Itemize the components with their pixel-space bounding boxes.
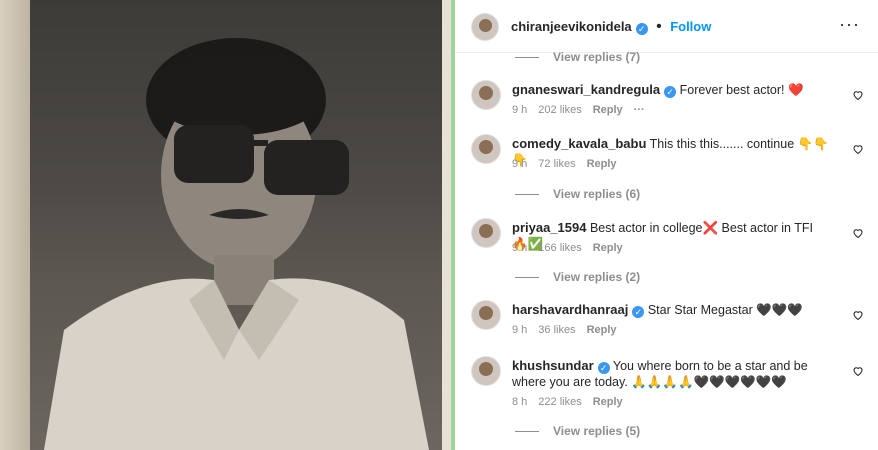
vintage-portrait-image (0, 0, 442, 450)
commenter-username[interactable]: harshavardhanraaj (512, 302, 628, 317)
comment-time: 9 h (512, 158, 528, 170)
commenter-avatar[interactable] (471, 218, 501, 248)
post-header: chiranjeevikonidela ✓ • Follow ··· (455, 0, 878, 53)
comment-meta: 9 h 166 likes Reply (512, 242, 634, 254)
reply-button[interactable]: Reply (593, 242, 623, 254)
comment-likes[interactable]: 72 likes (538, 158, 575, 170)
author-username[interactable]: chiranjeevikonidela (511, 19, 632, 34)
photo-border (0, 0, 30, 450)
comments-panel: chiranjeevikonidela ✓ • Follow ··· View r… (455, 0, 878, 450)
verified-icon: ✓ (632, 306, 645, 318)
commenter-username[interactable]: khushsundar (512, 358, 594, 373)
view-replies-button[interactable]: View replies (7) (515, 50, 640, 64)
view-replies-label: View replies (2) (553, 270, 641, 284)
comment-body: gnaneswari_kandregula ✓ Forever best acto… (512, 82, 832, 98)
comment-text: Star Star Megastar 🖤🖤🖤 (647, 303, 803, 317)
comment-body: harshavardhanraaj ✓ Star Star Megastar 🖤🖤… (512, 302, 832, 318)
verified-icon: ✓ (664, 86, 677, 98)
verified-icon: ✓ (597, 362, 610, 374)
reply-line (515, 431, 539, 433)
post-photo (0, 0, 451, 450)
comment-time: 8 h (512, 396, 528, 408)
view-replies-label: View replies (7) (553, 50, 641, 64)
comment-meta: 9 h 202 likes Reply ··· (512, 104, 656, 116)
view-replies-button[interactable]: View replies (6) (515, 187, 640, 201)
comment-meta: 9 h 36 likes Reply (512, 324, 628, 336)
view-replies-label: View replies (6) (553, 187, 641, 201)
reply-button[interactable]: Reply (587, 324, 617, 336)
follow-button[interactable]: Follow (670, 19, 711, 34)
header-line: chiranjeevikonidela ✓ • Follow (511, 18, 711, 36)
comment-body: khushsundar ✓ You where born to be a star… (512, 358, 832, 390)
reply-button[interactable]: Reply (593, 104, 623, 116)
comment-meta: 9 h 72 likes Reply (512, 158, 628, 170)
comment-likes[interactable]: 36 likes (538, 324, 575, 336)
view-replies-button[interactable]: View replies (2) (515, 270, 640, 284)
commenter-avatar[interactable] (471, 356, 501, 386)
comment-likes[interactable]: 202 likes (538, 104, 581, 116)
reply-line (515, 277, 539, 279)
author-avatar[interactable] (471, 13, 499, 41)
view-replies-button[interactable]: View replies (5) (515, 424, 640, 438)
like-heart-icon[interactable] (852, 89, 864, 101)
comment-text: Forever best actor! ❤️ (679, 83, 804, 97)
comment-meta: 8 h 222 likes Reply (512, 396, 634, 408)
verified-icon: ✓ (635, 23, 648, 35)
reply-line (515, 194, 539, 196)
comment-likes[interactable]: 166 likes (538, 242, 581, 254)
more-options-icon[interactable]: ··· (839, 14, 860, 35)
like-heart-icon[interactable] (852, 309, 864, 321)
comment-more-icon[interactable]: ··· (634, 104, 645, 116)
commenter-avatar[interactable] (471, 134, 501, 164)
comment-likes[interactable]: 222 likes (538, 396, 581, 408)
portrait-illustration (44, 38, 429, 450)
separator-dot: • (656, 18, 662, 35)
comment-time: 9 h (512, 324, 528, 336)
like-heart-icon[interactable] (852, 143, 864, 155)
comment-time: 9 h (512, 104, 528, 116)
commenter-username[interactable]: priyaa_1594 (512, 220, 586, 235)
commenter-avatar[interactable] (471, 300, 501, 330)
reply-line (515, 57, 539, 59)
comment-time: 9 h (512, 242, 528, 254)
view-replies-label: View replies (5) (553, 424, 641, 438)
like-heart-icon[interactable] (852, 227, 864, 239)
reply-button[interactable]: Reply (587, 158, 617, 170)
commenter-username[interactable]: comedy_kavala_babu (512, 136, 646, 151)
like-heart-icon[interactable] (852, 365, 864, 377)
commenter-username[interactable]: gnaneswari_kandregula (512, 82, 660, 97)
commenter-avatar[interactable] (471, 80, 501, 110)
reply-button[interactable]: Reply (593, 396, 623, 408)
